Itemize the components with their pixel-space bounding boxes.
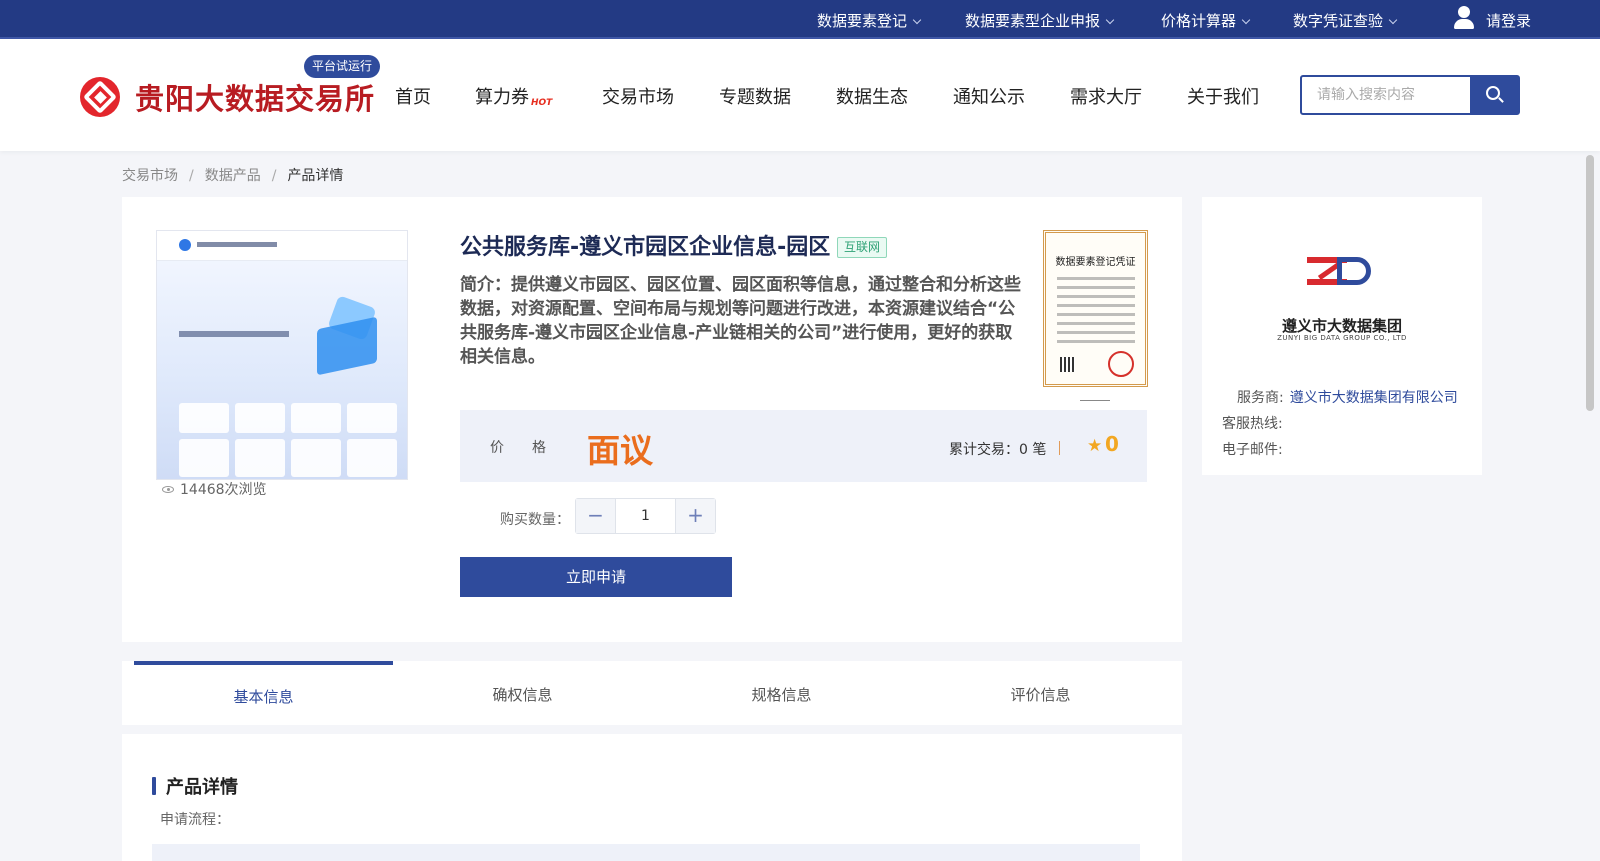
increase-button[interactable]: + xyxy=(675,499,715,533)
provider-logo-name: 遵义市大数据集团 xyxy=(1281,317,1402,335)
product-title: 公共服务库-遵义市园区企业信息-园区 xyxy=(460,235,831,260)
breadcrumb-data-products[interactable]: 数据产品 xyxy=(205,168,261,184)
site-logo-icon[interactable] xyxy=(80,77,120,117)
star-icon: ★ xyxy=(1087,436,1103,456)
trial-badge: 平台试运行 xyxy=(304,55,381,78)
nav-item-ecosystem[interactable]: 数据生态 xyxy=(836,83,908,109)
apply-button[interactable]: 立即申请 xyxy=(460,557,732,597)
chevron-down-icon xyxy=(1105,15,1115,25)
process-label: 申请流程： xyxy=(160,812,230,828)
chevron-down-icon xyxy=(1241,15,1251,25)
certificate-title: 数据要素登记凭证 xyxy=(1055,257,1136,268)
search-input[interactable] xyxy=(1302,77,1470,113)
decrease-button[interactable]: − xyxy=(576,499,616,533)
breadcrumb-market[interactable]: 交易市场 xyxy=(122,168,178,184)
breadcrumb: 交易市场 / 数据产品 / 产品详情 xyxy=(122,168,344,184)
chevron-down-icon xyxy=(1388,15,1398,25)
quantity-input[interactable]: 1 xyxy=(616,499,675,533)
nav-item-notices[interactable]: 通知公示 xyxy=(953,83,1025,109)
search-button[interactable] xyxy=(1470,77,1518,113)
topbar-item-enterprise-declaration[interactable]: 数据要素型企业申报 xyxy=(965,10,1115,31)
price-panel: 价格 面议 累计交易：0 笔 ★ 0 xyxy=(460,410,1147,482)
topbar-item-price-calculator[interactable]: 价格计算器 xyxy=(1161,10,1251,31)
provider-hotline-row: 客服热线: xyxy=(1222,416,1283,432)
product-summary: 简介：提供遵义市园区、园区位置、园区面积等信息，通过整合和分析这些数据，对资源配… xyxy=(460,275,1021,367)
tab-basic-info[interactable]: 基本信息 xyxy=(134,661,393,725)
qr-code-icon xyxy=(1060,357,1075,372)
view-count: 14468次浏览 xyxy=(162,479,267,499)
rating-value: 0 xyxy=(1105,432,1119,456)
breadcrumb-current: 产品详情 xyxy=(287,168,344,184)
product-detail-section: 产品详情 申请流程： xyxy=(122,734,1182,861)
nav-item-topic-data[interactable]: 专题数据 xyxy=(719,83,791,109)
user-icon[interactable] xyxy=(1452,5,1476,31)
category-tag: 互联网 xyxy=(837,237,888,258)
provider-service-link[interactable]: 遵义市大数据集团有限公司 xyxy=(1290,390,1458,406)
detail-tabs: 基本信息 确权信息 规格信息 评价信息 xyxy=(122,661,1182,725)
chevron-down-icon xyxy=(912,15,922,25)
provider-service-row: 服务商: 遵义市大数据集团有限公司 xyxy=(1237,390,1458,406)
eye-icon xyxy=(162,486,174,493)
provider-logo-english: ZUNYI BIG DATA GROUP CO., LTD xyxy=(1277,334,1407,342)
nav-item-market[interactable]: 交易市场 xyxy=(602,83,674,109)
trade-count: 累计交易：0 笔 xyxy=(949,442,1047,458)
registration-certificate[interactable]: 数据要素登记凭证 xyxy=(1043,230,1148,387)
seal-icon xyxy=(1108,351,1134,377)
nav-item-home[interactable]: 首页 xyxy=(395,83,431,109)
nav-item-about[interactable]: 关于我们 xyxy=(1187,83,1259,109)
quantity-label: 购买数量： xyxy=(500,512,570,528)
quantity-stepper: − 1 + xyxy=(575,498,716,534)
detail-heading: 产品详情 xyxy=(166,777,238,798)
nav-item-demand-hall[interactable]: 需求大厅 xyxy=(1070,83,1142,109)
provider-panel: 遵义市大数据集团 ZUNYI BIG DATA GROUP CO., LTD 服… xyxy=(1202,197,1482,475)
tab-rights-info[interactable]: 确权信息 xyxy=(393,661,652,725)
site-name[interactable]: 贵阳大数据交易所 xyxy=(135,76,375,118)
login-link[interactable]: 请登录 xyxy=(1486,10,1531,31)
search-box xyxy=(1300,75,1520,115)
product-card: 14468次浏览 公共服务库-遵义市园区企业信息-园区 互联网 简介：提供遵义市… xyxy=(122,197,1182,642)
provider-email-row: 电子邮件: xyxy=(1222,442,1283,458)
top-utility-bar: 数据要素登记 数据要素型企业申报 价格计算器 数字凭证查验 请登录 xyxy=(0,0,1600,39)
page-scrollbar[interactable] xyxy=(1586,155,1594,411)
price-label: 价格 xyxy=(490,440,574,456)
provider-logo xyxy=(1307,257,1371,287)
tab-review-info[interactable]: 评价信息 xyxy=(911,661,1170,725)
hot-badge: HOT xyxy=(531,98,553,108)
product-thumbnail[interactable] xyxy=(156,230,408,480)
topbar-item-certificate-check[interactable]: 数字凭证查验 xyxy=(1293,10,1398,31)
topbar-item-data-registration[interactable]: 数据要素登记 xyxy=(817,10,922,31)
price-value: 面议 xyxy=(587,431,653,470)
tab-spec-info[interactable]: 规格信息 xyxy=(652,661,911,725)
site-header: 贵阳大数据交易所 平台试运行 首页 算力券 HOT 交易市场 专题数据 数据生态 … xyxy=(0,39,1600,151)
nav-item-compute-voucher[interactable]: 算力券 HOT xyxy=(475,83,552,109)
